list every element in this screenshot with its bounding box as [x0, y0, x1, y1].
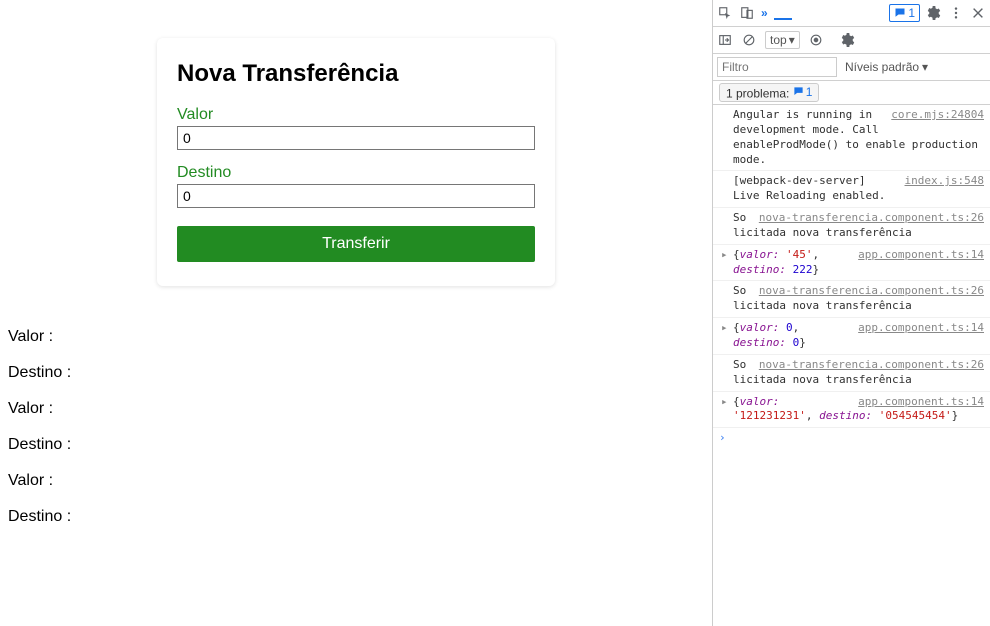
- devtools-main-toolbar: » 1: [713, 0, 990, 27]
- history-destino-label: Destino :: [8, 436, 712, 454]
- chevron-down-icon: ▾: [922, 60, 928, 74]
- transferir-button[interactable]: Transferir: [177, 226, 535, 262]
- console-log-entry[interactable]: app.component.ts:14▸{valor: 0, destino: …: [713, 318, 990, 355]
- issues-bar: 1 problema: 1: [713, 81, 990, 105]
- destino-input[interactable]: [177, 184, 535, 208]
- close-devtools-icon[interactable]: [970, 5, 986, 21]
- console-log-entry[interactable]: app.component.ts:14▸{valor: '121231231',…: [713, 392, 990, 429]
- chevron-down-icon: ▾: [789, 33, 795, 47]
- log-source-link[interactable]: nova-transferencia.component.ts:26: [759, 284, 984, 299]
- issues-count: 1: [806, 85, 813, 99]
- console-filter-bar: Níveis padrão ▾: [713, 54, 990, 81]
- history-valor-label: Valor :: [8, 472, 712, 490]
- device-toggle-icon[interactable]: [739, 5, 755, 21]
- live-expression-icon[interactable]: [808, 32, 824, 48]
- console-log-body[interactable]: core.mjs:24804Angular is running in deve…: [713, 105, 990, 626]
- console-log-entry[interactable]: nova-transferencia.component.ts:26Solici…: [713, 208, 990, 245]
- expand-arrow-icon[interactable]: ▸: [721, 321, 728, 336]
- application-pane: Nova Transferência Valor Destino Transfe…: [0, 0, 712, 626]
- console-log-entry[interactable]: app.component.ts:14▸{valor: '45', destin…: [713, 245, 990, 282]
- messages-badge[interactable]: 1: [889, 4, 920, 22]
- log-source-link[interactable]: app.component.ts:14: [858, 321, 984, 336]
- console-log-entry[interactable]: core.mjs:24804Angular is running in deve…: [713, 105, 990, 171]
- valor-input[interactable]: [177, 126, 535, 150]
- devtools-pane: » 1 top ▾: [712, 0, 990, 626]
- console-prompt[interactable]: ›: [713, 428, 990, 449]
- context-selector[interactable]: top ▾: [765, 31, 800, 49]
- history-destino-label: Destino :: [8, 508, 712, 526]
- log-source-link[interactable]: core.mjs:24804: [891, 108, 984, 123]
- card-title: Nova Transferência: [177, 60, 535, 88]
- transfer-history: Valor : Destino : Valor : Destino : Valo…: [8, 328, 712, 526]
- log-levels-label: Níveis padrão: [845, 60, 919, 74]
- issues-label: 1 problema:: [726, 86, 789, 100]
- inspect-element-icon[interactable]: [717, 5, 733, 21]
- log-source-link[interactable]: app.component.ts:14: [858, 248, 984, 263]
- log-source-link[interactable]: app.component.ts:14: [858, 395, 984, 410]
- issues-badge: 1: [793, 85, 813, 99]
- console-log-entry[interactable]: index.js:548[webpack-dev-server] Live Re…: [713, 171, 990, 208]
- clear-console-icon[interactable]: [741, 32, 757, 48]
- destino-label: Destino: [177, 164, 535, 182]
- transfer-card: Nova Transferência Valor Destino Transfe…: [157, 38, 555, 286]
- active-tab-underline: [774, 18, 792, 20]
- expand-arrow-icon[interactable]: ▸: [721, 395, 728, 410]
- console-log-entry[interactable]: nova-transferencia.component.ts:26Solici…: [713, 355, 990, 392]
- log-source-link[interactable]: index.js:548: [905, 174, 984, 189]
- valor-label: Valor: [177, 106, 535, 124]
- console-toolbar: top ▾: [713, 27, 990, 54]
- expand-arrow-icon[interactable]: ▸: [721, 248, 728, 263]
- console-log-entry[interactable]: nova-transferencia.component.ts:26Solici…: [713, 281, 990, 318]
- console-filter-input[interactable]: [717, 57, 837, 77]
- settings-gear-icon[interactable]: [926, 5, 942, 21]
- console-sidebar-toggle-icon[interactable]: [717, 32, 733, 48]
- issues-pill[interactable]: 1 problema: 1: [719, 83, 819, 103]
- log-source-link[interactable]: nova-transferencia.component.ts:26: [759, 211, 984, 226]
- console-settings-gear-icon[interactable]: [840, 32, 856, 48]
- kebab-menu-icon[interactable]: [948, 5, 964, 21]
- context-selector-label: top: [770, 33, 787, 47]
- history-valor-label: Valor :: [8, 328, 712, 346]
- history-valor-label: Valor :: [8, 400, 712, 418]
- log-source-link[interactable]: nova-transferencia.component.ts:26: [759, 358, 984, 373]
- history-destino-label: Destino :: [8, 364, 712, 382]
- messages-count: 1: [908, 6, 915, 20]
- more-tabs-icon[interactable]: »: [761, 6, 768, 20]
- log-levels-dropdown[interactable]: Níveis padrão ▾: [845, 60, 928, 74]
